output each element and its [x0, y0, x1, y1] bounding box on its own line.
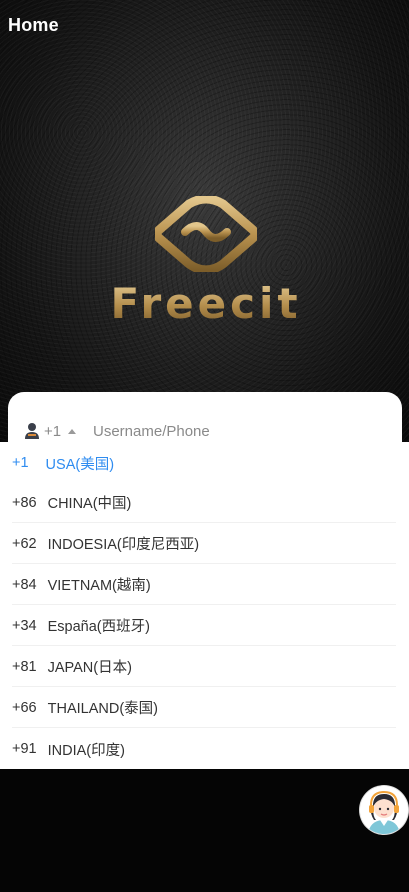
- country-name: USA(美国): [45, 456, 115, 473]
- country-code: +1: [12, 455, 29, 471]
- country-name: JAPAN(日本): [47, 660, 132, 676]
- user-icon: [25, 423, 39, 439]
- country-code-selector[interactable]: +1: [24, 418, 77, 444]
- country-code: +66: [12, 699, 37, 716]
- country-code: +34: [12, 617, 37, 634]
- country-name: THAILAND(泰国): [47, 701, 158, 717]
- country-code: +62: [12, 535, 37, 552]
- selected-country-code: +1: [44, 422, 62, 440]
- brand-name: Freecit: [110, 279, 301, 328]
- country-code: +81: [12, 658, 37, 675]
- country-option[interactable]: +81 JAPAN(日本): [12, 647, 396, 687]
- customer-service-button[interactable]: [360, 786, 408, 834]
- country-code: +91: [12, 741, 37, 757]
- customer-service-avatar-icon: [360, 786, 408, 834]
- country-name: CHINA(中国): [47, 496, 132, 512]
- country-name: INDOESIA(印度尼西亚): [47, 537, 200, 553]
- country-option[interactable]: +91 INDIA(印度): [12, 729, 396, 769]
- country-option[interactable]: +1 USA(美国): [12, 443, 396, 483]
- brand-wordmark: Freecit: [110, 279, 301, 328]
- caret-up-icon: [68, 428, 77, 434]
- country-name: VIETNAM(越南): [47, 578, 151, 594]
- country-dropdown: +1 USA(美国) +86 CHINA(中国) +62 INDOESIA(印度…: [0, 442, 409, 769]
- country-option[interactable]: +34 España(西班牙): [12, 606, 396, 646]
- country-name: España(西班牙): [47, 619, 150, 635]
- country-option[interactable]: +62 INDOESIA(印度尼西亚): [12, 524, 396, 564]
- country-name: INDIA(印度): [47, 742, 125, 759]
- freecit-logo-icon: [155, 196, 257, 272]
- username-input[interactable]: [93, 420, 383, 442]
- country-code: +86: [12, 494, 37, 511]
- page-title: Home: [8, 15, 59, 35]
- country-option[interactable]: +86 CHINA(中国): [12, 483, 396, 523]
- country-option[interactable]: +84 VIETNAM(越南): [12, 565, 396, 605]
- country-code: +84: [12, 576, 37, 593]
- country-option[interactable]: +66 THAILAND(泰国): [12, 688, 396, 728]
